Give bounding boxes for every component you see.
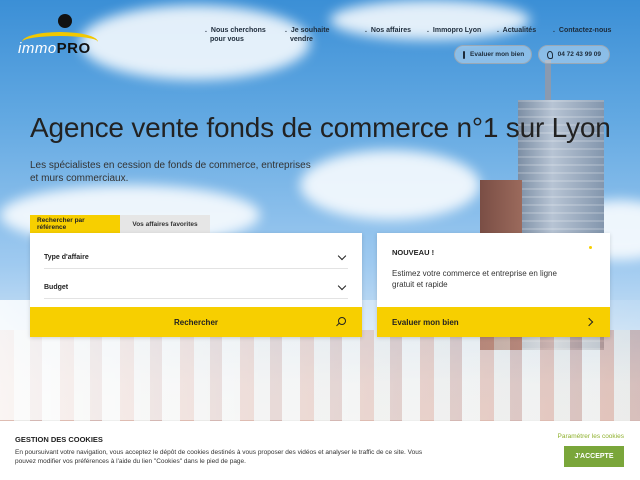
business-type-label: Type d'affaire bbox=[44, 254, 89, 261]
search-panel: Type d'affaire Budget Rechercher bbox=[30, 233, 362, 337]
chevron-down-icon bbox=[337, 281, 347, 291]
page-title: Agence vente fonds de commerce n°1 sur L… bbox=[30, 112, 611, 143]
evaluate-button[interactable]: Evaluer mon bien bbox=[377, 307, 610, 337]
search-button[interactable]: Rechercher bbox=[30, 307, 362, 337]
nav-label: Nous cherchons bbox=[210, 27, 266, 34]
chevron-right-icon bbox=[584, 317, 594, 327]
logo-figure-icon bbox=[58, 14, 72, 28]
cookie-title: GESTION DES COOKIES bbox=[15, 435, 103, 444]
evaluate-pill-button[interactable]: Evaluer mon bien bbox=[454, 45, 532, 64]
cloud bbox=[80, 5, 310, 80]
phone-icon bbox=[547, 50, 553, 59]
valuation-promo-card: NOUVEAU ! Estimez votre commerce et entr… bbox=[377, 233, 610, 337]
hero-subtitle: Les spécialistes en cession de fonds de … bbox=[30, 160, 311, 184]
nav-item-je-souhaite-vendre[interactable]: Je souhaite vendre bbox=[285, 26, 329, 44]
nav-label: Nos affaires bbox=[370, 27, 411, 34]
evaluate-button-label: Evaluer mon bien bbox=[392, 317, 459, 327]
nav-label: vendre bbox=[290, 36, 313, 43]
nav-item-immopro-lyon[interactable]: Immopro Lyon bbox=[427, 26, 481, 35]
nav-label: Je souhaite bbox=[290, 27, 330, 34]
new-badge: NOUVEAU ! bbox=[392, 248, 435, 257]
promo-text: Estimez votre commerce et entreprise en … bbox=[392, 269, 557, 289]
nav-label: Contactez-nous bbox=[558, 27, 612, 34]
nav-label: Actualités bbox=[502, 27, 537, 34]
cloud bbox=[300, 150, 480, 220]
accept-cookies-button[interactable]: J'ACCEPTE bbox=[564, 446, 624, 467]
evaluate-pill-label: Evaluer mon bien bbox=[470, 51, 525, 58]
chevron-down-icon bbox=[337, 251, 347, 261]
nav-item-contact[interactable]: Contactez-nous bbox=[553, 26, 612, 35]
tab-favorites[interactable]: Vos affaires favorites bbox=[120, 215, 210, 233]
accent-dot bbox=[589, 246, 592, 249]
phone-pill-button[interactable]: 04 72 43 99 09 bbox=[538, 45, 610, 64]
logo-suffix: PRO bbox=[56, 40, 91, 57]
cookie-text: En poursuivant votre navigation, vous ac… bbox=[15, 449, 423, 465]
home-icon bbox=[463, 50, 465, 59]
nav-label: pour vous bbox=[210, 36, 244, 43]
cookie-banner: GESTION DES COOKIES En poursuivant votre… bbox=[0, 421, 640, 480]
logo[interactable]: immoPRO bbox=[18, 12, 98, 58]
phone-number: 04 72 43 99 09 bbox=[557, 51, 601, 58]
logo-prefix: immo bbox=[18, 40, 57, 57]
nav-item-nous-cherchons[interactable]: Nous cherchons pour vous bbox=[205, 26, 266, 44]
nav-item-nos-affaires[interactable]: Nos affaires bbox=[365, 26, 411, 35]
tab-search-by-reference[interactable]: Rechercher par référence bbox=[30, 215, 120, 233]
logo-wordmark: immoPRO bbox=[18, 40, 91, 57]
search-button-label: Rechercher bbox=[173, 317, 219, 327]
search-icon bbox=[338, 317, 346, 325]
business-type-select[interactable]: Type d'affaire bbox=[44, 247, 348, 269]
nav-item-actualites[interactable]: Actualités bbox=[497, 26, 536, 35]
nav-label: Immopro Lyon bbox=[432, 27, 482, 34]
budget-select[interactable]: Budget bbox=[44, 277, 348, 299]
cookie-settings-link[interactable]: Paramétrer les cookies bbox=[558, 433, 624, 440]
budget-label: Budget bbox=[44, 284, 69, 291]
